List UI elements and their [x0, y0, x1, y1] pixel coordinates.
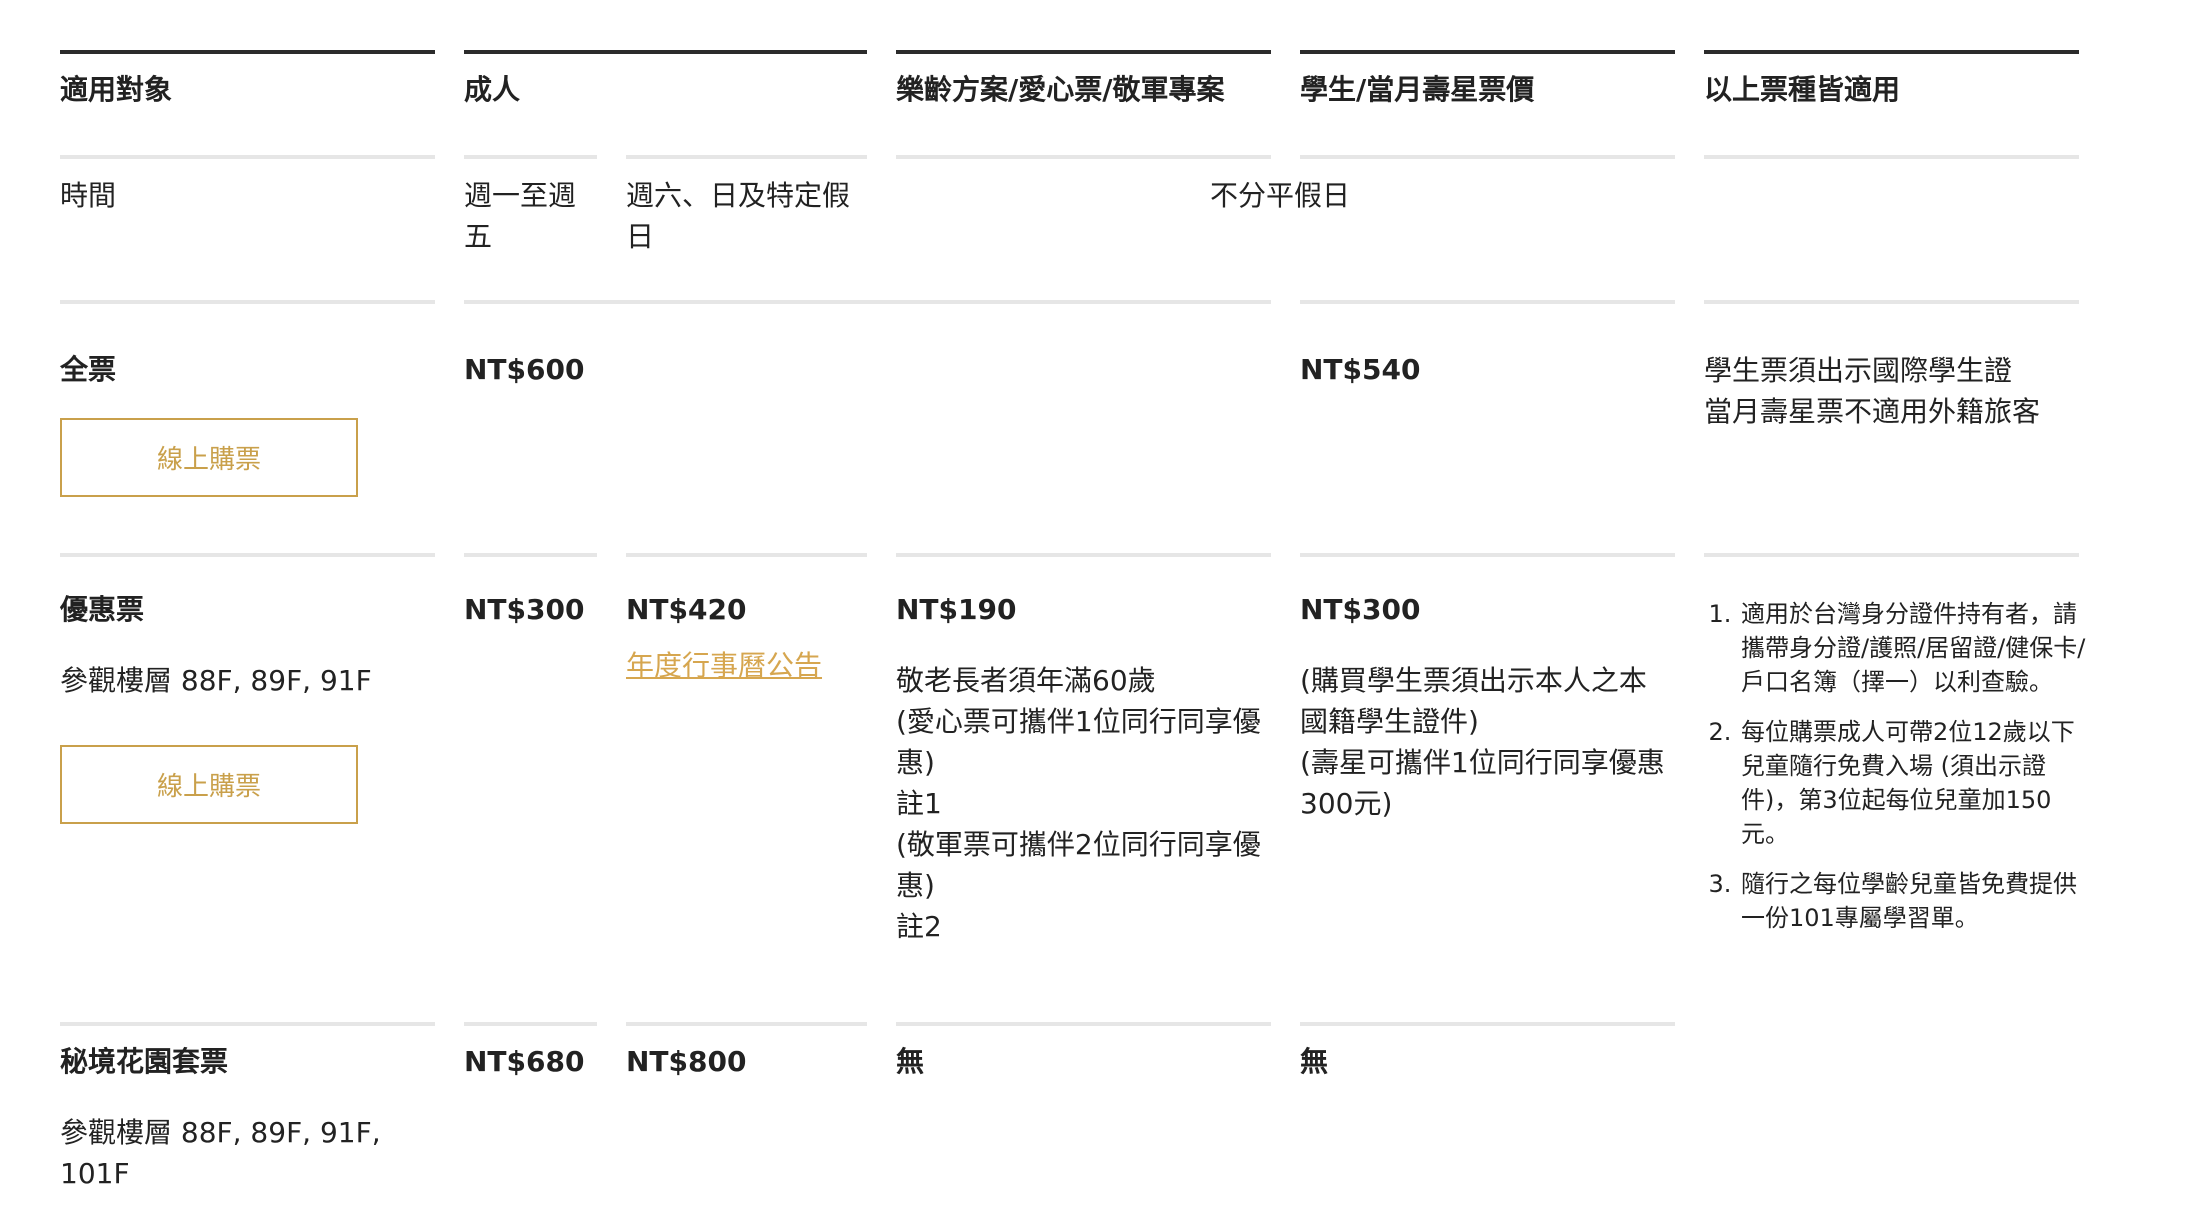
header-rule-adult [464, 50, 867, 54]
garden-ticket-label: 秘境花園套票 [60, 1045, 229, 1078]
rule [1300, 300, 1675, 304]
discount-weekend-price: NT$420 [626, 593, 747, 626]
rule [1704, 300, 2079, 304]
rule [896, 155, 1271, 159]
discount-notes-list: 適用於台灣身分證件持有者，請攜帶身分證/護照/居留證/健保卡/戶口名簿（擇一）以… [1709, 597, 2089, 951]
discount-senior-price: NT$190 [896, 593, 1017, 626]
header-target: 適用對象 [60, 73, 173, 106]
discount-weekday-price: NT$300 [464, 593, 585, 626]
rule [60, 155, 435, 159]
student-detail-2: (壽星可攜伴1位同行同享優惠300元) [1300, 746, 1665, 820]
discount-ticket-label: 優惠票 [60, 593, 145, 626]
full-ticket-note-line1: 學生票須出示國際學生證 [1704, 354, 2013, 387]
senior-detail-3: 註1 [896, 787, 942, 820]
full-ticket-note-line2: 當月壽星票不適用外籍旅客 [1704, 395, 2041, 428]
list-item: 適用於台灣身分證件持有者，請攜帶身分證/護照/居留證/健保卡/戶口名簿（擇一）以… [1739, 597, 2089, 699]
rule [896, 1022, 1271, 1026]
header-all: 以上票種皆適用 [1704, 73, 1901, 106]
rule [464, 553, 597, 557]
rule [60, 1022, 435, 1026]
full-ticket-buy-button[interactable]: 線上購票 [60, 418, 358, 497]
list-item: 隨行之每位學齡兒童皆免費提供一份101專屬學習單。 [1739, 867, 2089, 935]
rule [464, 300, 1271, 304]
senior-detail-4: (敬軍票可攜伴2位同行同享優惠) [896, 828, 1261, 902]
discount-student-price: NT$300 [1300, 593, 1421, 626]
rule [1704, 155, 2079, 159]
full-ticket-student-price: NT$540 [1300, 353, 1421, 386]
time-weekend: 週六、日及特定假日 [626, 179, 851, 253]
rule [1300, 553, 1675, 557]
header-adult: 成人 [464, 73, 521, 106]
header-rule-target [60, 50, 435, 54]
full-ticket-label: 全票 [60, 353, 117, 386]
rule [464, 155, 597, 159]
rule [60, 300, 435, 304]
senior-detail-2: (愛心票可攜伴1位同行同享優惠) [896, 705, 1261, 779]
header-rule-student [1300, 50, 1675, 54]
rule [896, 553, 1271, 557]
garden-ticket-floors: 參觀樓層 88F, 89F, 91F, 101F [60, 1116, 381, 1190]
discount-ticket-floors: 參觀樓層 88F, 89F, 91F [60, 664, 372, 697]
discount-ticket-buy-button[interactable]: 線上購票 [60, 745, 358, 824]
senior-detail-5: 註2 [896, 910, 942, 943]
header-rule-all [1704, 50, 2079, 54]
header-senior: 樂齡方案/愛心票/敬軍專案 [896, 73, 1225, 106]
rule [626, 553, 867, 557]
rule [1300, 155, 1675, 159]
garden-student-value: 無 [1300, 1045, 1329, 1078]
rule [464, 1022, 597, 1026]
rule [60, 553, 435, 557]
garden-weekend-price: NT$800 [626, 1045, 747, 1078]
full-ticket-adult-price: NT$600 [464, 353, 585, 386]
rule [1300, 1022, 1675, 1026]
time-no-distinction: 不分平假日 [1210, 179, 1351, 212]
list-item: 每位購票成人可帶2位12歲以下兒童隨行免費入場 (須出示證件)，第3位起每位兒童… [1739, 715, 2089, 851]
header-student: 學生/當月壽星票價 [1300, 73, 1535, 106]
garden-weekday-price: NT$680 [464, 1045, 585, 1078]
senior-detail-1: 敬老長者須年滿60歲 [896, 664, 1156, 697]
time-label: 時間 [60, 179, 117, 212]
calendar-announcement-link[interactable]: 年度行事曆公告 [626, 646, 822, 686]
header-rule-senior [896, 50, 1271, 54]
rule [626, 1022, 867, 1026]
rule [1704, 553, 2079, 557]
garden-senior-value: 無 [896, 1045, 925, 1078]
time-weekday: 週一至週五 [464, 179, 577, 253]
student-detail-1: (購買學生票須出示本人之本國籍學生證件) [1300, 664, 1647, 738]
rule [626, 155, 867, 159]
